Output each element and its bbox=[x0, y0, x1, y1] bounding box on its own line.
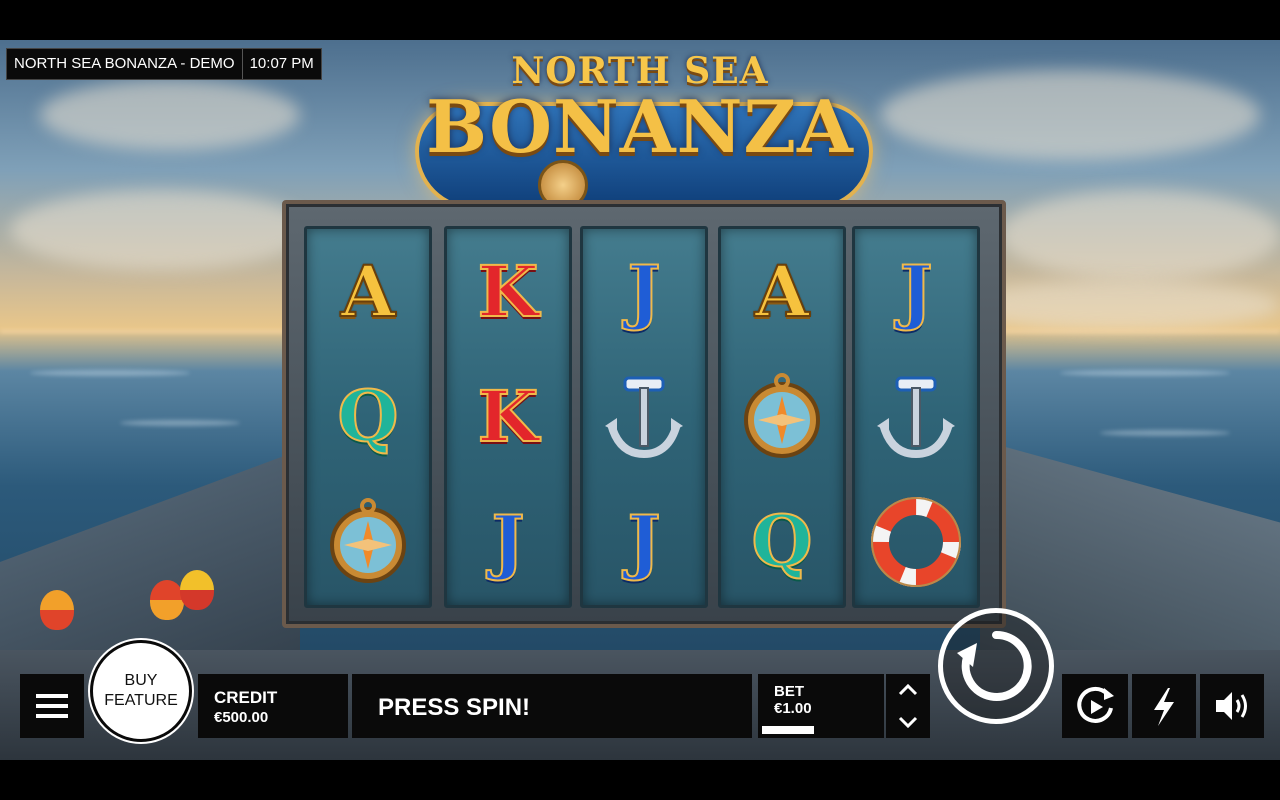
reel-3: JJ bbox=[580, 226, 708, 608]
compass-icon bbox=[744, 372, 820, 458]
buy-feature-label-1: BUY bbox=[124, 672, 158, 689]
info-hud: NORTH SEA BONANZA - DEMO 10:07 PM bbox=[6, 48, 322, 80]
symbol-k: K bbox=[477, 249, 540, 333]
cloud bbox=[1000, 190, 1280, 280]
speaker-icon bbox=[1216, 692, 1247, 720]
anchor-icon bbox=[877, 376, 955, 458]
wave bbox=[30, 370, 190, 376]
bet-level-indicator bbox=[762, 726, 814, 734]
credit-label: CREDIT bbox=[214, 688, 278, 707]
symbol-j: J bbox=[898, 249, 933, 333]
reel-symbol: J bbox=[583, 229, 705, 354]
reel-symbol: A bbox=[721, 229, 843, 354]
reel-symbol: Q bbox=[721, 479, 843, 604]
spin-icon bbox=[957, 630, 1032, 701]
reel-5: J bbox=[852, 226, 980, 608]
buoy-icon bbox=[180, 570, 214, 610]
wave bbox=[1060, 370, 1230, 376]
cloud bbox=[960, 280, 1280, 330]
autoplay-icon bbox=[1077, 686, 1114, 723]
reel-symbol: K bbox=[447, 354, 569, 479]
sound-button[interactable] bbox=[1200, 674, 1264, 738]
reel-2: KKJ bbox=[444, 226, 572, 608]
reel-symbol: Q bbox=[307, 354, 429, 479]
bet-arrows bbox=[898, 683, 918, 729]
reel-symbol: K bbox=[447, 229, 569, 354]
reel-symbol: J bbox=[855, 229, 977, 354]
reel-symbol: A bbox=[307, 229, 429, 354]
spin-button[interactable] bbox=[938, 608, 1054, 724]
symbol-k: K bbox=[477, 374, 540, 458]
reel-4: AQ bbox=[718, 226, 846, 608]
symbol-q: Q bbox=[751, 499, 814, 583]
menu-icon bbox=[36, 694, 68, 718]
buoy-icon bbox=[40, 590, 74, 630]
message-panel: PRESS SPIN! bbox=[352, 674, 752, 738]
symbol-q: Q bbox=[337, 374, 400, 458]
reel-symbol bbox=[855, 354, 977, 479]
turbo-button[interactable] bbox=[1132, 674, 1196, 738]
reel-symbol bbox=[855, 479, 977, 604]
cloud bbox=[880, 70, 1260, 160]
credit-value: €500.00 bbox=[214, 709, 269, 726]
bet-adjust bbox=[886, 674, 930, 738]
wave bbox=[120, 420, 240, 426]
buy-feature-label-2: FEATURE bbox=[104, 692, 178, 709]
bet-panel: BET €1.00 bbox=[758, 674, 884, 738]
wave bbox=[1100, 430, 1230, 436]
symbol-a: A bbox=[340, 249, 396, 333]
bet-value: €1.00 bbox=[774, 700, 812, 717]
reel-symbol bbox=[307, 479, 429, 604]
logo-line-2: BONANZA bbox=[426, 84, 854, 169]
chevron-up-icon[interactable] bbox=[898, 683, 918, 696]
cloud bbox=[10, 190, 310, 270]
cloud bbox=[40, 80, 300, 150]
buy-feature-button[interactable]: BUY FEATURE bbox=[90, 640, 192, 742]
game-logo: NORTH SEA BONANZA bbox=[415, 42, 873, 222]
anchor-icon bbox=[605, 376, 683, 458]
reel-symbol bbox=[721, 354, 843, 479]
game-title-label: NORTH SEA BONANZA - DEMO bbox=[14, 55, 235, 72]
reel-symbol: J bbox=[447, 479, 569, 604]
lightning-icon bbox=[1154, 688, 1174, 726]
symbol-a: A bbox=[754, 249, 810, 333]
symbol-j: J bbox=[490, 499, 525, 583]
menu-button[interactable] bbox=[20, 674, 84, 738]
lifebuoy-icon bbox=[871, 496, 961, 587]
symbol-j: J bbox=[626, 249, 661, 333]
reel-symbol bbox=[583, 354, 705, 479]
compass-icon bbox=[330, 497, 406, 583]
buoy-icon bbox=[150, 580, 184, 620]
bet-label: BET bbox=[774, 683, 804, 700]
credit-panel: CREDIT €500.00 bbox=[198, 674, 348, 738]
autoplay-button[interactable] bbox=[1062, 674, 1128, 738]
reel-1: AQ bbox=[304, 226, 432, 608]
reel-symbol: J bbox=[583, 479, 705, 604]
status-message: PRESS SPIN! bbox=[378, 694, 531, 721]
symbol-j: J bbox=[626, 499, 661, 583]
clock-label: 10:07 PM bbox=[249, 55, 314, 72]
chevron-down-icon[interactable] bbox=[898, 716, 918, 729]
